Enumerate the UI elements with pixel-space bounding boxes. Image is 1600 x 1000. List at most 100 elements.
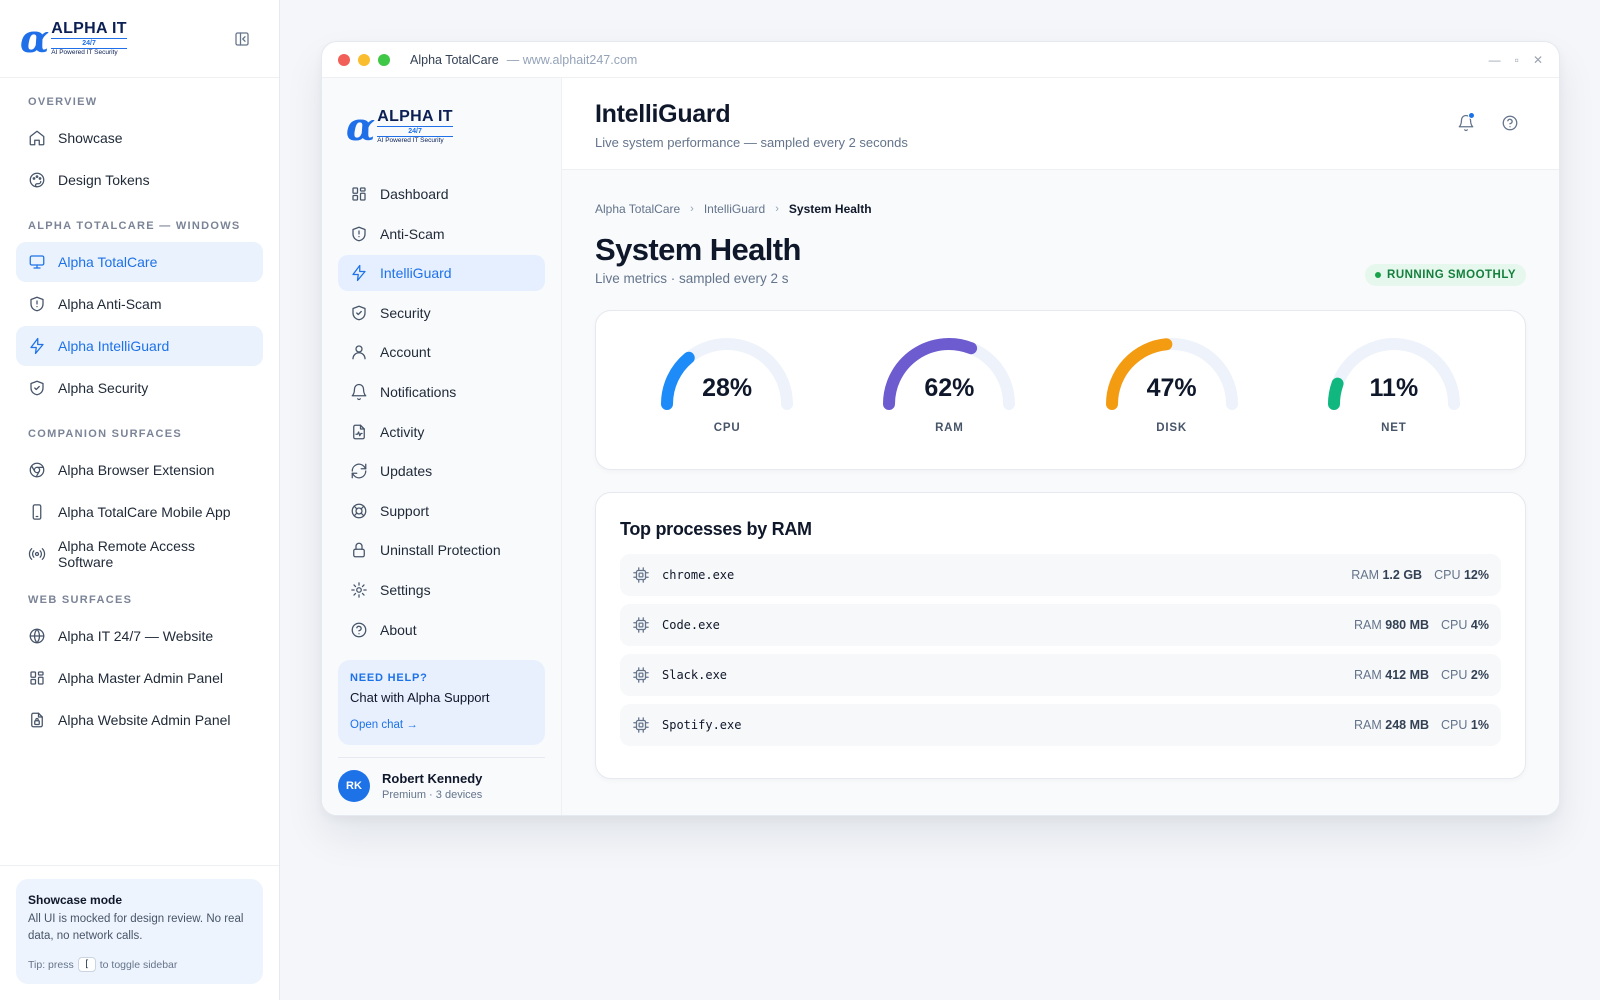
chevron-right-icon: › [690, 203, 694, 215]
page-subtitle: Live metrics · sampled every 2 s [595, 270, 789, 286]
zoom-dot-button[interactable] [378, 53, 390, 66]
nav-item-label: Alpha TotalCare [58, 254, 158, 270]
process-row[interactable]: Code.exe RAM 980 MB CPU 4% [620, 604, 1501, 646]
sidebar-item-security[interactable]: Security [338, 295, 545, 331]
sidebar-item-support[interactable]: Support [338, 493, 545, 529]
sidebar-item-label: Support [380, 502, 430, 519]
nav-item-label: Design Tokens [58, 172, 150, 188]
showcase-nav-item[interactable]: Alpha IntelliGuard [16, 326, 263, 366]
sidebar-item-anti-scam[interactable]: Anti-Scam [338, 216, 545, 252]
showcase-nav-item[interactable]: Alpha Browser Extension [16, 450, 263, 490]
sidebar-item-label: Anti-Scam [380, 225, 445, 242]
sidebar-item-account[interactable]: Account [338, 334, 545, 370]
tip-prefix: Tip: press [28, 958, 74, 971]
sidebar-item-settings[interactable]: Settings [338, 572, 545, 608]
showcase-nav-item[interactable]: Alpha TotalCare Mobile App [16, 492, 263, 532]
gauge-label: NET [1381, 422, 1407, 434]
showcase-nav-item[interactable]: Alpha Anti-Scam [16, 284, 263, 324]
tip-suffix: to toggle sidebar [99, 958, 178, 971]
ram-value: 412 MB [1385, 668, 1430, 682]
nav-item-label: Alpha IntelliGuard [58, 338, 170, 354]
cpu-value: 4% [1470, 618, 1489, 632]
cpu-value: 12% [1463, 568, 1489, 582]
app-logo-line-3: AI Powered IT Security [377, 137, 444, 145]
process-row[interactable]: chrome.exe RAM 1.2 GB CPU 12% [620, 554, 1501, 596]
sidebar-item-uninstall-protection[interactable]: Uninstall Protection [338, 532, 545, 568]
window-url: — www.alphait247.com [506, 52, 638, 67]
process-row[interactable]: Slack.exe RAM 412 MB CPU 2% [620, 654, 1501, 696]
showcase-sidebar: α ALPHA IT 24/7 AI Powered IT Security O… [0, 0, 280, 1000]
process-name: chrome.exe [662, 568, 735, 582]
showcase-nav-item[interactable]: Alpha Remote Access Software [16, 534, 263, 574]
ram-value: 980 MB [1385, 618, 1430, 632]
radio-icon [28, 545, 46, 563]
bell-icon [350, 383, 368, 401]
gauge-ram: 62% RAM [874, 330, 1024, 450]
sidebar-item-label: Updates [380, 463, 433, 480]
sidebar-item-dashboard[interactable]: Dashboard [338, 176, 545, 212]
notifications-bell-icon[interactable] [1457, 112, 1475, 132]
help-icon[interactable] [1501, 114, 1519, 132]
process-name: Code.exe [662, 618, 720, 632]
processes-title: Top processes by RAM [620, 519, 812, 539]
nav-item-label: Alpha Remote Access Software [58, 538, 195, 570]
open-chat-link[interactable]: Open chat → [350, 719, 418, 731]
nav-item-label: Alpha Browser Extension [58, 462, 215, 478]
home-icon [28, 129, 46, 147]
close-button[interactable]: ✕ [1533, 53, 1543, 67]
gauge-value: 28% [702, 374, 753, 402]
sidebar-item-about[interactable]: About [338, 612, 545, 648]
breadcrumb-item[interactable]: Alpha TotalCare [595, 202, 680, 216]
app-logo[interactable]: α ALPHA IT 24/7 AI Powered IT Security [338, 78, 545, 176]
breadcrumb-item[interactable]: IntelliGuard [704, 202, 765, 216]
shield-alert-icon [350, 225, 368, 243]
user-profile[interactable]: RK Robert Kennedy Premium · 3 devices [338, 756, 545, 802]
globe-icon [28, 627, 46, 645]
showcase-nav-item[interactable]: Alpha Website Admin Panel [16, 700, 263, 740]
zap-icon [28, 337, 46, 355]
sidebar-item-intelliguard[interactable]: IntelliGuard [338, 255, 545, 292]
gauge-net: 11% NET [1319, 330, 1469, 450]
showcase-nav-item[interactable]: Alpha Master Admin Panel [16, 658, 263, 698]
sidebar-item-notifications[interactable]: Notifications [338, 374, 545, 410]
sidebar-item-label: Notifications [380, 383, 457, 400]
toggle-sidebar-icon[interactable] [233, 30, 251, 48]
showcase-nav-item[interactable]: Alpha TotalCare [16, 242, 263, 282]
ram-label: RAM [1353, 618, 1382, 632]
app-logo-line-1: ALPHA IT [377, 108, 453, 126]
showcase-nav-item[interactable]: Design Tokens [16, 160, 263, 200]
file-lock-icon [28, 711, 46, 729]
maximize-button[interactable]: ▫ [1515, 53, 1519, 67]
page-header: IntelliGuard Live system performance — s… [562, 78, 1559, 170]
showcase-mode-body: All UI is mocked for design review. No r… [28, 912, 244, 942]
sidebar-item-updates[interactable]: Updates [338, 453, 545, 489]
avatar: RK [338, 769, 370, 802]
chevron-right-icon: › [775, 203, 779, 215]
section-label: WEB SURFACES [28, 594, 133, 606]
sidebar-item-activity[interactable]: Activity [338, 414, 545, 450]
life-buoy-icon [350, 502, 368, 520]
process-row[interactable]: Spotify.exe RAM 248 MB CPU 1% [620, 704, 1501, 746]
shield-check-icon [28, 379, 46, 397]
help-title: Chat with Alpha Support [350, 689, 490, 705]
showcase-nav-item[interactable]: Showcase [16, 118, 263, 158]
process-name: Spotify.exe [662, 718, 742, 732]
cpu-label: CPU [1434, 568, 1461, 582]
cpu-chip-icon [632, 666, 650, 684]
user-icon [350, 343, 368, 361]
showcase-nav-item[interactable]: Alpha IT 24/7 — Website [16, 616, 263, 656]
minimize-button[interactable]: — [1489, 53, 1501, 67]
close-dot-button[interactable] [338, 53, 350, 66]
sidebar-item-label: IntelliGuard [380, 265, 452, 282]
logo-line-1: ALPHA IT [51, 19, 127, 37]
sidebar-item-label: Dashboard [380, 186, 449, 202]
showcase-sidebar-header: α ALPHA IT 24/7 AI Powered IT Security [0, 0, 279, 78]
minimize-dot-button[interactable] [358, 53, 370, 66]
cpu-value: 2% [1470, 668, 1489, 682]
showcase-nav: OVERVIEW Showcase Design Tokens ALPHA TOTAL… [0, 78, 279, 740]
showcase-nav-item[interactable]: Alpha Security [16, 368, 263, 408]
processes-card: Top processes by RAM chrome.exe RAM 1.2 G… [595, 492, 1526, 779]
sidebar-item-label: Account [380, 344, 431, 361]
nav-item-label: Showcase [58, 130, 123, 146]
alpha-it-logo[interactable]: α ALPHA IT 24/7 AI Powered IT Security [20, 19, 127, 58]
